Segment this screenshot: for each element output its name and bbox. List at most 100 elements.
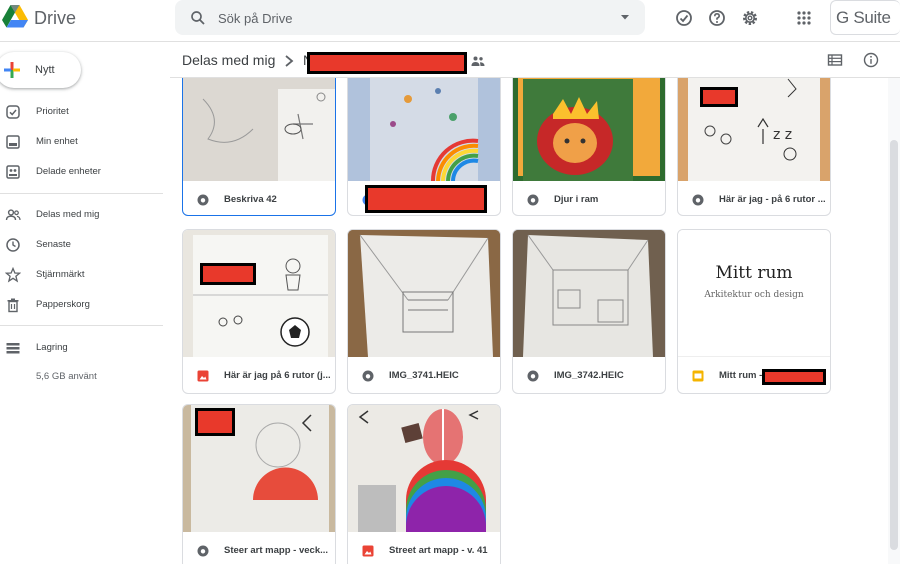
search-bar[interactable]: Sök på Drive <box>175 0 645 35</box>
image-file-icon <box>527 194 539 206</box>
file-card[interactable]: IMG_3742.HEIC <box>512 229 666 394</box>
file-thumbnail <box>183 230 335 357</box>
gsuite-label: G Suite <box>836 8 891 27</box>
sidebar-item-label: Prioritet <box>36 106 69 117</box>
search-input[interactable]: Sök på Drive <box>218 11 292 26</box>
sidebar-divider <box>0 193 163 194</box>
app-name[interactable]: Drive <box>34 8 76 29</box>
sidebar-item-papperskorg[interactable]: Papperskorg <box>0 292 163 318</box>
list-view-icon[interactable] <box>827 52 843 68</box>
clock-icon <box>6 238 20 252</box>
slides-file-icon <box>692 370 704 382</box>
sidebar-item-prioritet[interactable]: Prioritet <box>0 99 163 125</box>
file-name: Här är jag - på 6 rutor ... <box>719 194 826 205</box>
star-icon <box>5 267 21 283</box>
storage-icon <box>6 343 20 354</box>
sidebar-item-lagring[interactable]: Lagring <box>0 335 163 361</box>
file-card[interactable]: Beskriva 42 <box>182 78 336 216</box>
file-name: Här är jag på 6 rutor (j... <box>224 370 331 381</box>
file-footer: IMG_3741.HEIC <box>348 357 500 393</box>
file-card[interactable]: Mitt rum Arkitektur och design Mitt rum … <box>677 229 831 394</box>
sidebar-item-delade-enheter[interactable]: Delade enheter <box>0 159 163 185</box>
sidebar-divider <box>0 325 163 326</box>
file-card[interactable]: IMG_3741.HEIC <box>347 229 501 394</box>
image-file-icon <box>362 370 374 382</box>
file-card[interactable]: Steer art mapp - veck... <box>182 404 336 564</box>
redaction-box <box>195 408 235 436</box>
scrollbar-thumb[interactable] <box>890 140 898 550</box>
file-name: Street art mapp - v. 41 <box>389 545 488 556</box>
apps-grid-icon[interactable] <box>794 8 814 28</box>
drive-logo-icon[interactable] <box>2 4 28 28</box>
file-name: Steer art mapp - veck... <box>224 545 329 556</box>
file-card[interactable] <box>347 78 501 216</box>
file-thumbnail <box>348 405 500 532</box>
file-footer: Här är jag på 6 rutor (j... <box>183 357 335 393</box>
file-thumbnail <box>348 78 500 181</box>
file-name: Beskriva 42 <box>224 194 277 205</box>
photo-file-icon <box>197 370 209 382</box>
file-name: Djur i ram <box>554 194 599 205</box>
redaction-box <box>762 369 826 385</box>
sidebar: Nytt Prioritet Min enhet Delade enheter <box>0 42 170 564</box>
search-options-dropdown-icon[interactable] <box>619 11 631 23</box>
file-name: IMG_3742.HEIC <box>554 370 624 381</box>
photo-file-icon <box>362 545 374 557</box>
sidebar-item-senaste[interactable]: Senaste <box>0 232 163 258</box>
slide-subtitle: Arkitektur och design <box>704 290 804 300</box>
file-thumbnail <box>513 78 665 181</box>
drive-icon <box>6 135 20 149</box>
image-file-icon <box>692 194 704 206</box>
new-button[interactable]: Nytt <box>0 52 81 88</box>
image-file-icon <box>197 545 209 557</box>
new-button-label: Nytt <box>35 64 55 76</box>
file-footer: Beskriva 42 <box>183 181 335 215</box>
sidebar-item-delas-med-mig[interactable]: Delas med mig <box>0 202 163 228</box>
file-card[interactable]: Street art mapp - v. 41 <box>347 404 501 564</box>
redaction-box <box>200 263 256 285</box>
sidebar-item-label: Delas med mig <box>36 209 100 220</box>
offline-ready-icon[interactable] <box>674 8 694 28</box>
file-footer: Street art mapp - v. 41 <box>348 532 500 564</box>
file-card[interactable]: Djur i ram <box>512 78 666 216</box>
file-footer: Djur i ram <box>513 181 665 215</box>
sidebar-item-label: Lagring <box>36 342 68 353</box>
file-name: IMG_3741.HEIC <box>389 370 459 381</box>
info-icon[interactable] <box>863 52 879 68</box>
redaction-box <box>700 87 738 107</box>
sidebar-item-label: Stjärnmärkt <box>36 269 85 280</box>
file-card[interactable]: z z Här är jag - på 6 rutor ... <box>677 78 831 216</box>
scrollbar[interactable] <box>888 78 900 564</box>
file-thumbnail <box>348 230 500 357</box>
sidebar-item-label: Min enhet <box>36 136 78 147</box>
sidebar-item-label: Senaste <box>36 239 71 250</box>
slide-title: Mitt rum <box>715 263 793 283</box>
storage-used-text: 5,6 GB använt <box>36 371 97 382</box>
sidebar-item-min-enhet[interactable]: Min enhet <box>0 129 163 155</box>
file-footer: Här är jag - på 6 rutor ... <box>678 181 830 215</box>
sidebar-item-label: Papperskorg <box>36 299 90 310</box>
checkmark-circle-icon <box>6 105 20 119</box>
file-grid: Beskriva 42 Djur i ram z z Här är jag - … <box>170 78 888 564</box>
plus-icon <box>4 62 20 78</box>
file-footer: Steer art mapp - veck... <box>183 532 335 564</box>
file-card[interactable]: Här är jag på 6 rutor (j... <box>182 229 336 394</box>
redaction-box <box>307 52 467 74</box>
settings-gear-icon[interactable] <box>740 8 760 28</box>
file-thumbnail <box>183 78 335 181</box>
file-thumbnail <box>513 230 665 357</box>
chevron-right-icon <box>285 55 294 67</box>
image-file-icon <box>197 194 209 206</box>
shared-folder-people-icon <box>471 56 485 66</box>
help-icon[interactable] <box>707 8 727 28</box>
search-icon[interactable] <box>189 9 207 27</box>
image-file-icon <box>527 370 539 382</box>
top-bar: Drive Sök på Drive G Suite <box>0 0 900 42</box>
sidebar-item-stjarnmarkt[interactable]: Stjärnmärkt <box>0 262 163 288</box>
breadcrumb-root[interactable]: Delas med mig <box>182 52 275 68</box>
redaction-box <box>365 185 487 213</box>
sidebar-item-label: Delade enheter <box>36 166 101 177</box>
shared-drives-icon <box>6 165 20 179</box>
file-footer: IMG_3742.HEIC <box>513 357 665 393</box>
gsuite-logo[interactable]: G Suite <box>830 0 900 35</box>
